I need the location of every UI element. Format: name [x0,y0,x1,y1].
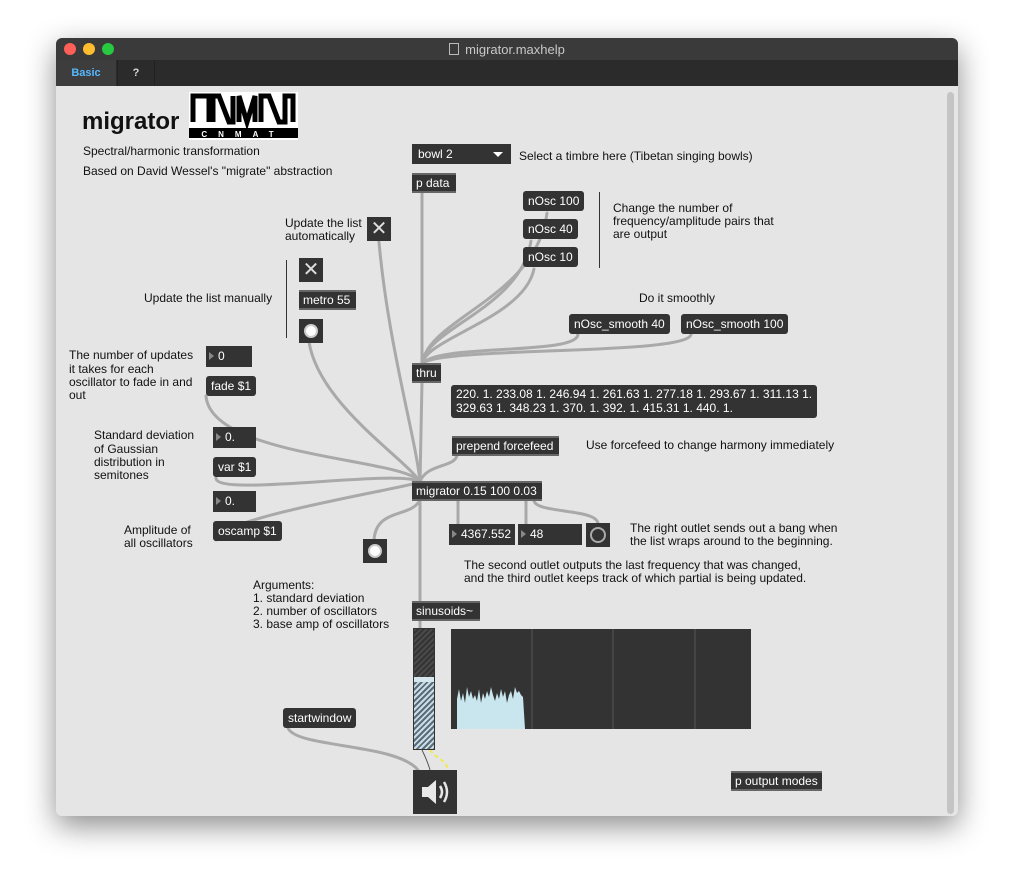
frequency-list-line-1: 220. 1. 233.08 1. 246.94 1. 261.63 1. 27… [456,387,813,401]
var-number-box[interactable]: 0. [213,427,256,448]
sinusoids-object[interactable]: sinusoids~ [412,601,480,621]
p-output-modes-object[interactable]: p output modes [731,771,822,791]
fade-comment-3: oscillator to fade in and [69,375,193,389]
forcefeed-comment: Use forcefeed to change harmony immediat… [586,438,835,452]
wrap-bang[interactable] [586,523,610,547]
gain-slider-knob[interactable] [414,677,434,682]
spectroscope [451,629,751,729]
frequency-list-message[interactable]: 220. 1. 233.08 1. 246.94 1. 261.63 1. 27… [451,385,818,418]
title-bar: migrator.maxhelp [56,38,958,60]
prepend-forcefeed-object[interactable]: prepend forcefeed [452,436,559,456]
logo-text: CNMAT [201,130,284,139]
nosc-10-message[interactable]: nOsc 10 [523,247,578,267]
cnmat-logo: CNMAT [189,92,298,140]
nosc-comment-3: are output [613,227,668,241]
frequency-number-box[interactable]: 4367.552 [449,524,515,545]
nosc-smooth-40-message[interactable]: nOsc_smooth 40 [569,314,670,334]
timbre-menu-value: bowl 2 [418,147,453,161]
vertical-scrollbar[interactable] [947,92,954,814]
frequency-list-line-2: 329.63 1. 348.23 1. 370. 1. 392. 1. 415.… [456,401,733,415]
page-title: migrator [82,108,180,135]
smooth-comment: Do it smoothly [639,291,716,305]
manual-toggle[interactable]: ✕ [299,258,323,282]
p-data-object[interactable]: p data [412,173,456,193]
ezdac-speaker[interactable] [413,770,457,814]
bang-indicator [304,324,318,338]
std-comment-1: Standard deviation [94,428,195,442]
second-outlet-comment-2: and the third outlet keeps track of whic… [464,571,807,585]
nosc-smooth-100-message[interactable]: nOsc_smooth 100 [681,314,789,334]
app-window: migrator.maxhelp Basic ? migrator CNMAT … [56,38,958,816]
amp-comment-2: all oscillators [124,536,193,550]
bang-indicator [368,544,382,558]
tab-bar: Basic ? [56,60,958,86]
gain-slider[interactable] [413,628,435,750]
nosc-100-message[interactable]: nOsc 100 [523,191,585,211]
amp-number-box[interactable]: 0. [213,491,256,512]
based-on-text: Based on David Wessel's "migrate" abstra… [83,164,333,178]
argument-3: 3. base amp of oscillators [253,617,390,631]
migrator-object[interactable]: migrator 0.15 100 0.03 [412,481,542,501]
subtitle: Spectral/harmonic transformation [83,144,260,158]
partial-number-box[interactable]: 48 [518,524,582,545]
auto-update-toggle[interactable]: ✕ [367,217,391,241]
fade-number-box[interactable]: 0 [206,346,252,367]
gain-slider-track [414,629,434,677]
tab-basic[interactable]: Basic [56,60,116,86]
close-icon: ✕ [370,218,388,240]
update-manual-comment: Update the list manually [144,291,273,305]
divider-line [599,192,600,268]
migrator-left-bang[interactable] [363,539,387,563]
startwindow-message[interactable]: startwindow [283,708,357,728]
divider-line-2 [286,260,287,338]
right-outlet-comment-2: the list wraps around to the beginning. [630,534,833,548]
metro-object[interactable]: metro 55 [299,290,356,310]
window-title-text: migrator.maxhelp [465,42,565,57]
var-message[interactable]: var $1 [213,457,257,477]
thru-object[interactable]: thru [412,363,441,383]
timbre-menu[interactable]: bowl 2 [412,144,511,164]
nosc-40-message[interactable]: nOsc 40 [523,219,578,239]
bang-indicator [590,527,606,543]
fade-comment-1: The number of updates [69,348,194,362]
oscamp-message[interactable]: oscamp $1 [213,521,282,541]
metro-bang[interactable] [299,319,323,343]
std-comment-4: semitones [94,468,149,482]
speaker-icon [422,780,449,804]
update-auto-comment-2: automatically [285,229,356,243]
window-title: migrator.maxhelp [56,42,958,57]
tab-help[interactable]: ? [117,60,155,86]
timbre-comment: Select a timbre here (Tibetan singing bo… [519,149,753,163]
close-icon: ✕ [302,259,320,281]
fade-message[interactable]: fade $1 [206,376,257,396]
document-icon [449,43,460,55]
chevron-down-icon [493,152,503,157]
fade-comment-4: out [69,388,86,402]
